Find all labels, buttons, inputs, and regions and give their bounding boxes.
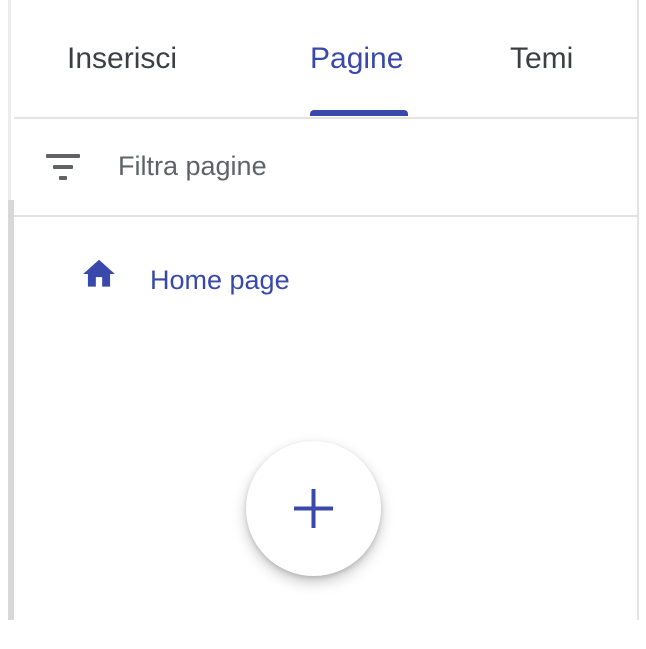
plus-icon: [294, 489, 333, 528]
panel-left-border: [8, 0, 11, 200]
filter-divider: [14, 215, 637, 217]
filter-pages-placeholder: Filtra pagine: [118, 151, 267, 181]
home-icon: [83, 259, 115, 287]
pages-panel: Inserisci Pagine Temi Filtra pagine Home…: [0, 0, 646, 649]
add-page-button[interactable]: [246, 441, 381, 576]
page-item-home[interactable]: Home page: [60, 250, 480, 310]
page-item-label: Home page: [150, 265, 290, 295]
panel-scrollbar-track[interactable]: [8, 200, 14, 620]
active-tab-indicator: [310, 110, 408, 116]
filter-list-icon[interactable]: [46, 154, 80, 180]
filter-pages-input[interactable]: Filtra pagine: [14, 119, 637, 215]
tab-inserisci[interactable]: Inserisci: [67, 42, 177, 76]
tab-temi[interactable]: Temi: [510, 42, 573, 76]
tab-bar: Inserisci Pagine Temi: [14, 0, 637, 118]
tab-pagine[interactable]: Pagine: [310, 42, 403, 76]
panel-right-border: [637, 0, 639, 620]
